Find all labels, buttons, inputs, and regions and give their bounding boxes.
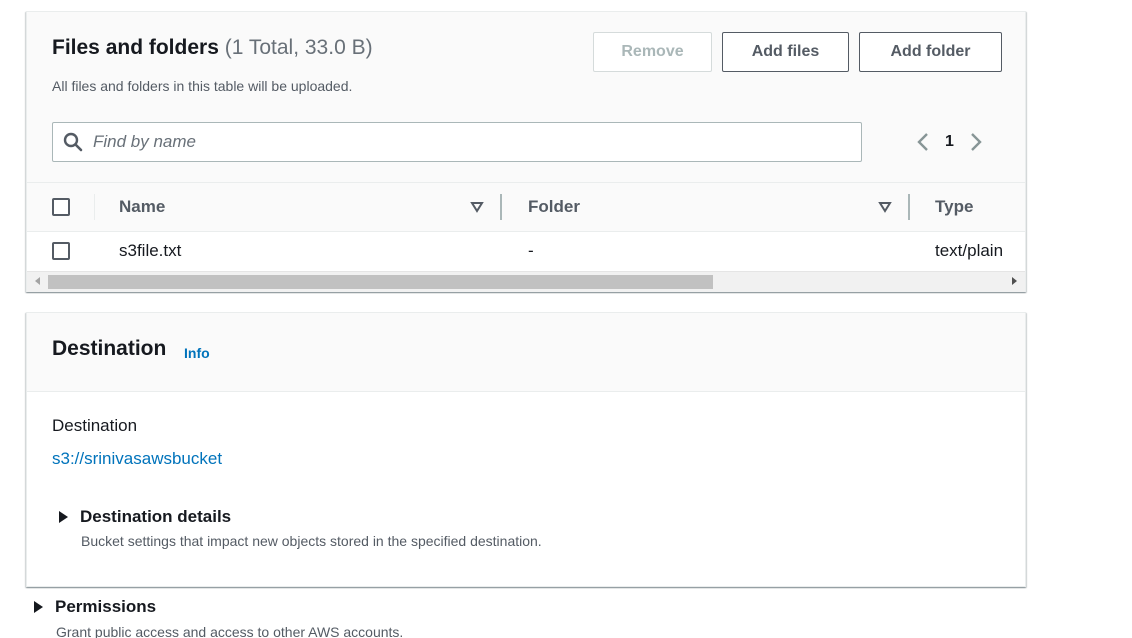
column-divider <box>94 194 95 220</box>
add-files-button[interactable]: Add files <box>722 32 849 72</box>
next-page-chevron-icon[interactable] <box>964 130 988 154</box>
select-all-checkbox[interactable] <box>52 198 70 216</box>
add-folder-button[interactable]: Add folder <box>859 32 1002 72</box>
info-link[interactable]: Info <box>184 345 210 361</box>
column-resizer[interactable] <box>500 194 502 220</box>
destination-label: Destination <box>52 416 138 435</box>
destination-details-title: Destination details <box>80 507 232 526</box>
column-header-name[interactable]: Name <box>119 197 165 217</box>
sort-down-icon[interactable] <box>470 200 484 214</box>
table-row: s3file.txt - text/plain <box>27 232 1025 270</box>
destination-details-description: Bucket settings that impact new objects … <box>81 533 542 549</box>
cell-name: s3file.txt <box>119 241 182 260</box>
search-icon <box>53 132 93 152</box>
destination-details-expander[interactable]: Destination details <box>59 507 231 527</box>
pagination: 1 <box>911 130 988 154</box>
previous-page-chevron-icon[interactable] <box>911 130 935 154</box>
table-header-row: Name Folder Type <box>27 182 1025 232</box>
caret-right-icon <box>34 601 43 613</box>
search-box <box>52 122 862 162</box>
permissions-description: Grant public access and access to other … <box>56 624 404 638</box>
destination-panel-header: Destination Info <box>27 313 1025 392</box>
row-checkbox[interactable] <box>52 242 70 260</box>
destination-panel-title: Destination <box>52 337 167 360</box>
search-input[interactable] <box>93 124 861 160</box>
destination-bucket-link[interactable]: s3://srinivasawsbucket <box>52 449 222 469</box>
sort-down-icon[interactable] <box>878 200 892 214</box>
cell-folder: - <box>528 241 534 260</box>
column-resizer[interactable] <box>908 194 910 220</box>
scroll-left-arrow-icon[interactable] <box>35 277 40 285</box>
horizontal-scrollbar[interactable] <box>27 271 1025 292</box>
permissions-title: Permissions <box>55 597 157 616</box>
scroll-right-arrow-icon[interactable] <box>1012 277 1017 285</box>
files-panel-title: Files and folders (1 Total, 33.0 B) <box>52 36 373 60</box>
remove-button[interactable]: Remove <box>593 32 712 72</box>
files-count: (1 Total, 33.0 B) <box>224 36 373 59</box>
files-and-folders-panel: Files and folders (1 Total, 33.0 B) All … <box>26 11 1026 292</box>
column-header-folder[interactable]: Folder <box>528 197 580 217</box>
files-panel-header: Files and folders (1 Total, 33.0 B) All … <box>27 12 1025 182</box>
cell-type: text/plain <box>935 241 1004 260</box>
files-panel-title-text: Files and folders <box>52 36 219 59</box>
destination-panel: Destination Info Destination s3://sriniv… <box>26 312 1026 638</box>
caret-right-icon <box>59 511 68 523</box>
files-panel-description: All files and folders in this table will… <box>52 78 353 94</box>
permissions-expander[interactable]: Permissions <box>34 597 156 617</box>
column-header-type[interactable]: Type <box>935 197 973 217</box>
scrollbar-thumb[interactable] <box>48 275 713 289</box>
current-page-number[interactable]: 1 <box>945 133 954 151</box>
